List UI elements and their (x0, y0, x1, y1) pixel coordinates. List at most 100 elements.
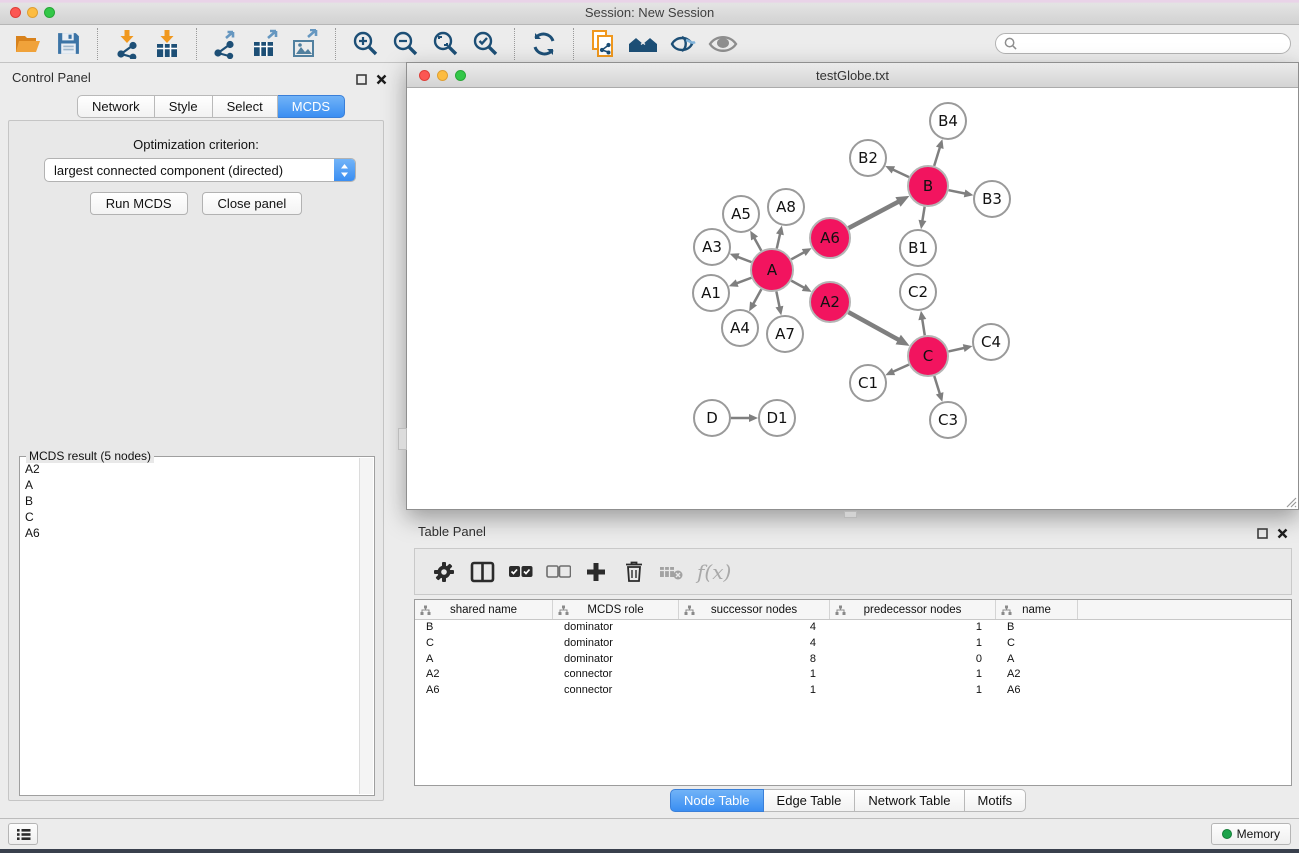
splitpane-handle-bottom[interactable] (844, 511, 857, 518)
export-table-button[interactable] (246, 27, 286, 61)
add-column-button[interactable] (577, 553, 615, 591)
zoom-in-button[interactable] (345, 27, 385, 61)
graph-node-label: C (923, 347, 933, 365)
table-row[interactable]: A6connector11A6 (415, 683, 1291, 699)
split-columns-button[interactable] (463, 553, 501, 591)
graph-edge-A-A2[interactable] (791, 281, 804, 288)
tab-node-table[interactable]: Node Table (670, 789, 764, 812)
network-graph[interactable]: B4B2BB3A8A5A6A3B1AC2A1A2A4A7CC4C1C3DD1 (407, 89, 1298, 509)
graph-node-label: D (706, 409, 718, 427)
table-row[interactable]: Bdominator41B (415, 620, 1291, 636)
mcds-result-item[interactable]: C (22, 509, 358, 525)
select-all-button[interactable] (501, 553, 539, 591)
graph-edge-arrowhead (776, 226, 784, 236)
open-file-icon (14, 31, 42, 57)
graph-node-label: A6 (820, 229, 840, 247)
import-network-button[interactable] (107, 27, 147, 61)
import-table-button[interactable] (147, 27, 187, 61)
deselect-all-button[interactable] (539, 553, 577, 591)
column-header-MCDS-role[interactable]: MCDS role (553, 600, 679, 619)
graph-edge-A2-C[interactable] (848, 312, 899, 340)
criterion-dropdown[interactable]: largest connected component (directed) (44, 158, 356, 182)
task-history-button[interactable] (8, 823, 38, 845)
zoom-selected-button[interactable] (465, 27, 505, 61)
tab-network-table[interactable]: Network Table (855, 789, 964, 812)
tab-mcds[interactable]: MCDS (278, 95, 345, 118)
graph-edge-B-B1[interactable] (922, 207, 924, 222)
delete-column-icon (624, 560, 644, 583)
graph-node-label: C4 (981, 333, 1001, 351)
graph-node-label: A4 (730, 319, 750, 337)
graph-edge-B-B3[interactable] (949, 190, 966, 193)
refresh-layout-button[interactable] (524, 27, 564, 61)
search-input[interactable] (1022, 37, 1282, 51)
zoom-fit-button[interactable] (425, 27, 465, 61)
graph-edge-A-A1[interactable] (736, 278, 751, 284)
show-hide-button[interactable] (703, 27, 743, 61)
network-from-selection-button[interactable] (583, 27, 623, 61)
delete-column-button[interactable] (615, 553, 653, 591)
style-preview-icon (668, 31, 698, 57)
column-header-successor-nodes[interactable]: successor nodes (679, 600, 830, 619)
node-table[interactable]: shared name MCDS role successor nodes prede… (414, 599, 1292, 786)
table-settings-button[interactable] (425, 553, 463, 591)
graph-edge-A-A3[interactable] (737, 257, 751, 262)
close-panel-button[interactable]: Close panel (202, 192, 303, 215)
graph-edge-A-A6[interactable] (791, 252, 804, 259)
graph-edge-C-C3[interactable] (934, 376, 940, 394)
table-row[interactable]: Adominator80A (415, 652, 1291, 668)
mcds-result-item[interactable]: B (22, 493, 358, 509)
network-canvas[interactable]: B4B2BB3A8A5A6A3B1AC2A1A2A4A7CC4C1C3DD1 (407, 89, 1298, 509)
graph-edge-B-B2[interactable] (892, 169, 909, 177)
column-header-shared-name[interactable]: shared name (415, 600, 553, 619)
graph-edge-arrowhead (918, 311, 926, 321)
graph-edge-B-B4[interactable] (934, 147, 940, 166)
float-panel-icon (1257, 528, 1268, 539)
tab-style[interactable]: Style (155, 95, 213, 118)
first-neighbors-button[interactable] (623, 27, 663, 61)
export-network-button[interactable] (206, 27, 246, 61)
table-row[interactable]: Cdominator41C (415, 636, 1291, 652)
column-header-name[interactable]: name (996, 600, 1078, 619)
style-preview-button[interactable] (663, 27, 703, 61)
table-cell: B (415, 620, 553, 636)
graph-edge-C-C1[interactable] (893, 365, 909, 372)
run-mcds-button[interactable]: Run MCDS (90, 192, 188, 215)
splitpane-handle-left[interactable] (398, 428, 407, 450)
export-image-button[interactable] (286, 27, 326, 61)
mcds-result-list[interactable]: A2ABCA6 (22, 461, 358, 793)
tab-motifs[interactable]: Motifs (965, 789, 1027, 812)
column-header-label: MCDS role (587, 604, 643, 616)
tab-edge-table[interactable]: Edge Table (764, 789, 856, 812)
table-panel-float-button[interactable] (1254, 525, 1270, 541)
mcds-result-scrollbar[interactable] (359, 458, 373, 794)
toolbar-separator (335, 28, 336, 60)
refresh-layout-icon (530, 31, 558, 57)
window-resize-grip[interactable] (1283, 494, 1297, 508)
save-session-button[interactable] (48, 27, 88, 61)
memory-button[interactable]: Memory (1211, 823, 1291, 845)
graph-edge-A6-B[interactable] (849, 201, 899, 228)
search-field[interactable] (995, 33, 1291, 54)
control-panel-float-button[interactable] (353, 71, 369, 87)
graph-edge-C-C2[interactable] (922, 319, 925, 336)
column-header-predecessor-nodes[interactable]: predecessor nodes (830, 600, 996, 619)
tab-network[interactable]: Network (77, 95, 155, 118)
graph-edge-C-C4[interactable] (948, 348, 964, 352)
network-window-titlebar[interactable]: testGlobe.txt (407, 63, 1298, 88)
mcds-result-item[interactable]: A6 (22, 525, 358, 541)
open-file-button[interactable] (8, 27, 48, 61)
table-row[interactable]: A2connector11A2 (415, 667, 1291, 683)
zoom-out-button[interactable] (385, 27, 425, 61)
mcds-result-item[interactable]: A2 (22, 461, 358, 477)
graph-edge-A-A5[interactable] (754, 238, 761, 251)
import-table-icon (153, 29, 181, 59)
graph-edge-A-A7[interactable] (776, 292, 779, 308)
graph-edge-A-A8[interactable] (777, 233, 780, 248)
mcds-result-item[interactable]: A (22, 477, 358, 493)
table-panel-close-button[interactable] (1274, 525, 1290, 541)
tab-select[interactable]: Select (213, 95, 278, 118)
control-panel-close-button[interactable] (373, 71, 389, 87)
graph-edge-A-A4[interactable] (753, 289, 761, 304)
column-header-label: predecessor nodes (864, 604, 962, 616)
